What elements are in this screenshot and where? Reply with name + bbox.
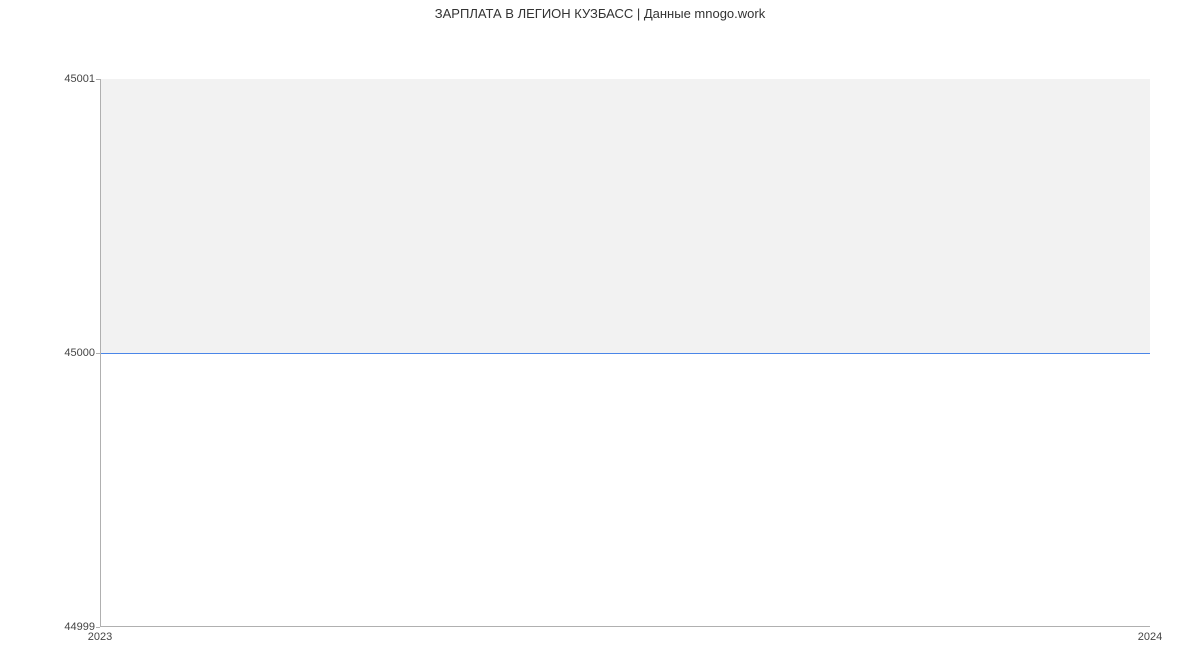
y-tick-mark-mid: [96, 353, 100, 354]
y-tick-label-bot: 44999: [35, 621, 95, 633]
plot-area: [100, 79, 1150, 627]
x-tick-label-right: 2024: [1138, 631, 1162, 643]
chart-title: ЗАРПЛАТА В ЛЕГИОН КУЗБАСС | Данные mnogo…: [0, 0, 1200, 29]
chart-container: 45001 45000 44999 2023 2024: [0, 29, 1200, 649]
y-tick-mark-bot: [96, 627, 100, 628]
data-line: [101, 353, 1150, 354]
x-tick-label-left: 2023: [88, 631, 112, 643]
area-fill: [101, 79, 1150, 353]
y-tick-label-top: 45001: [35, 73, 95, 85]
y-tick-mark-top: [96, 79, 100, 80]
y-tick-label-mid: 45000: [35, 347, 95, 359]
